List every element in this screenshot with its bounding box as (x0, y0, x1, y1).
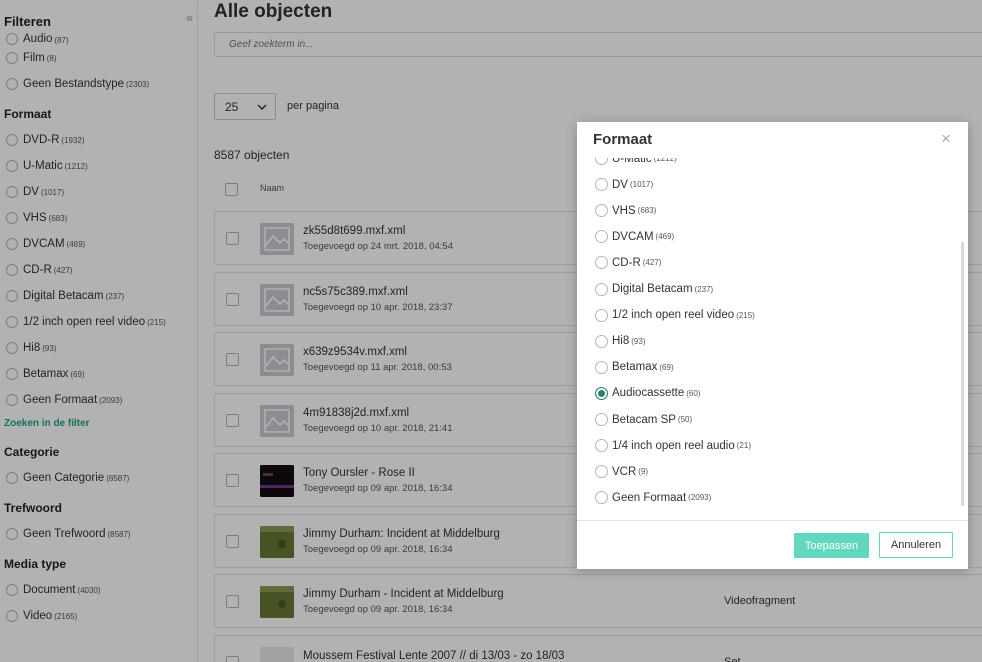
radio-button[interactable] (595, 491, 608, 505)
format-option-geen-formaat[interactable]: Geen Formaat (2093) (595, 491, 712, 505)
modal-footer: Toepassen Annuleren (577, 520, 968, 569)
format-option-label: Digital Betacam (612, 283, 693, 295)
format-option-dvcam[interactable]: DVCAM (469) (595, 230, 675, 244)
format-option-label: VHS (612, 204, 636, 217)
format-option-hi8[interactable]: Hi8 (93) (595, 334, 646, 348)
format-option-label: U-Matic (612, 158, 652, 165)
radio-button[interactable] (595, 158, 608, 165)
format-options-list: U-Matic (1212) DV (1017) VHS (683) DVCAM (469) C… (577, 158, 960, 520)
format-option-count: (237) (694, 284, 714, 294)
radio-button[interactable] (595, 178, 608, 192)
format-option-label: Betacam SP (612, 413, 676, 426)
format-option-count: (21) (736, 441, 751, 451)
format-option-audiocassette[interactable]: Audiocassette (60) (595, 386, 701, 400)
radio-button-checked[interactable] (595, 386, 608, 400)
format-option-count: (60) (686, 388, 701, 398)
radio-button[interactable] (595, 413, 608, 426)
radio-button[interactable] (595, 334, 608, 348)
format-option-label: DVCAM (612, 230, 654, 243)
format-option-label: DV (612, 178, 628, 191)
format-option-count: (1212) (653, 158, 677, 163)
radio-button[interactable] (595, 256, 608, 270)
modal-scrollbar[interactable] (961, 242, 964, 506)
radio-button[interactable] (595, 230, 608, 244)
format-option-count: (2093) (688, 493, 712, 503)
format-option-count: (9) (638, 467, 649, 477)
format-option-count: (69) (659, 362, 674, 372)
format-option-1-4-inch-open-reel-audio[interactable]: 1/4 inch open reel audio (21) (595, 439, 751, 453)
cancel-button[interactable]: Annuleren (879, 532, 953, 558)
format-option-vcr[interactable]: VCR (9) (595, 465, 649, 479)
modal-title: Formaat (593, 131, 653, 148)
apply-button[interactable]: Toepassen (794, 533, 869, 558)
close-icon[interactable]: × (941, 130, 951, 147)
format-filter-modal: Formaat × U-Matic (1212) DV (1017) VHS (683) D… (577, 122, 968, 569)
format-option-label: 1/4 inch open reel audio (612, 439, 735, 452)
radio-button[interactable] (595, 308, 608, 322)
format-option-label: Geen Formaat (612, 491, 687, 504)
format-option-count: (469) (655, 232, 675, 242)
format-option-label: VCR (612, 465, 637, 478)
radio-button[interactable] (595, 465, 608, 479)
format-option-u-matic[interactable]: U-Matic (1212) (595, 158, 677, 165)
format-option-count: (683) (637, 206, 657, 216)
format-option-digital-betacam[interactable]: Digital Betacam (237) (595, 282, 714, 296)
format-option-dv[interactable]: DV (1017) (595, 178, 654, 192)
format-option-label: CD-R (612, 256, 641, 269)
format-option-count: (93) (631, 336, 646, 346)
format-option-betacam-sp[interactable]: Betacam SP (50) (595, 413, 692, 426)
format-option-betamax[interactable]: Betamax (69) (595, 360, 674, 374)
radio-button[interactable] (595, 439, 608, 453)
radio-button[interactable] (595, 204, 608, 218)
format-option-label: Audiocassette (612, 387, 685, 400)
format-option-label: 1/2 inch open reel video (612, 309, 735, 322)
format-option-count: (427) (642, 258, 662, 268)
format-option-count: (50) (677, 415, 693, 424)
format-option-count: (215) (736, 310, 755, 320)
format-option-cd-r[interactable]: CD-R (427) (595, 256, 662, 270)
format-option-label: Hi8 (612, 335, 630, 348)
format-option-label: Betamax (612, 361, 658, 374)
format-option-count: (1017) (629, 180, 654, 190)
format-option-1-2-inch-open-reel-video[interactable]: 1/2 inch open reel video (215) (595, 308, 755, 322)
radio-button[interactable] (595, 282, 608, 296)
radio-button[interactable] (595, 360, 608, 374)
format-option-vhs[interactable]: VHS (683) (595, 204, 657, 218)
